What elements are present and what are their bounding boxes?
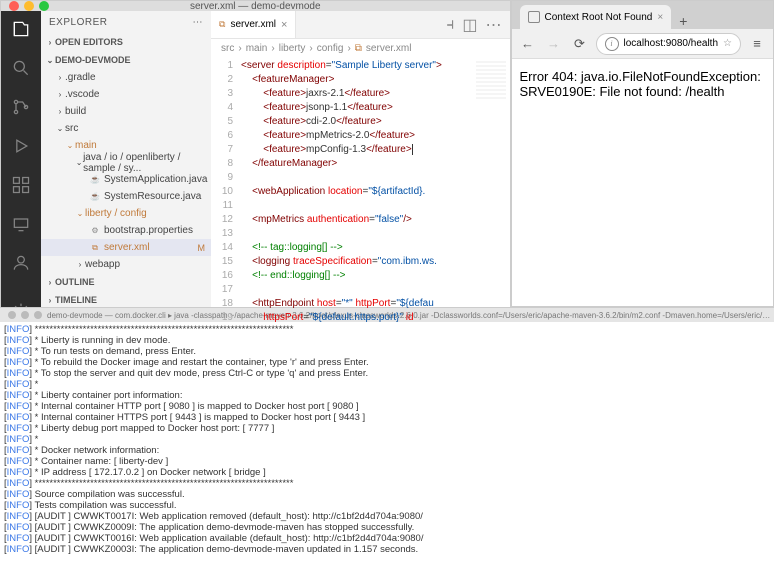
close-window[interactable] — [9, 1, 19, 11]
close-tab-icon[interactable]: × — [281, 19, 287, 31]
section-project[interactable]: ⌄DEMO-DEVMODE — [41, 51, 211, 69]
forward-icon: → — [544, 34, 564, 54]
tab-more-icon[interactable]: ⋯ — [486, 15, 502, 35]
error-line2: SRVE0190E: File not found: /health — [520, 84, 766, 99]
folder-gradle[interactable]: ›.gradle — [41, 69, 211, 86]
file-bootstrap[interactable]: ⚙bootstrap.properties — [41, 222, 211, 239]
section-open-editors[interactable]: ›OPEN EDITORS — [41, 33, 211, 51]
terminal-content[interactable]: [INFO] *********************************… — [0, 322, 774, 562]
back-icon[interactable]: ← — [518, 34, 538, 54]
browser-content: Error 404: java.io.FileNotFoundException… — [512, 59, 774, 306]
maximize-window[interactable] — [39, 1, 49, 11]
folder-webapp[interactable]: ›webapp — [41, 256, 211, 273]
remote-icon[interactable] — [11, 214, 31, 239]
scm-icon[interactable] — [11, 97, 31, 122]
explorer-label: EXPLORER — [49, 17, 107, 28]
browser-window: Context Root Not Found × + ← → ⟳ i local… — [511, 0, 774, 307]
site-info-icon[interactable]: i — [605, 37, 619, 51]
vscode-titlebar: server.xml — demo-devmode — [1, 1, 510, 11]
minimize-window[interactable] — [24, 1, 34, 11]
sidebar: EXPLORER ⋯ ›OPEN EDITORS ⌄DEMO-DEVMODE ›… — [41, 11, 211, 337]
error-line1: Error 404: java.io.FileNotFoundException… — [520, 69, 766, 84]
address-bar[interactable]: i localhost:9080/health ☆ — [596, 33, 742, 55]
activity-bar — [1, 11, 41, 337]
vscode-window: server.xml — demo-devmode EXPLORER ⋯ ›OP… — [0, 0, 511, 307]
file-serverxml[interactable]: ⧉server.xmlM — [41, 239, 211, 256]
browser-tab[interactable]: Context Root Not Found × — [520, 5, 672, 29]
modified-badge: M — [198, 243, 206, 253]
file-sysres[interactable]: ☕SystemResource.java — [41, 188, 211, 205]
folder-vscode[interactable]: ›.vscode — [41, 86, 211, 103]
favicon — [528, 11, 540, 23]
browser-toolbar: ← → ⟳ i localhost:9080/health ☆ ≡ — [512, 29, 774, 59]
window-title: server.xml — demo-devmode — [190, 1, 321, 12]
folder-liberty[interactable]: ⌄liberty / config — [41, 205, 211, 222]
section-outline[interactable]: ›OUTLINE — [41, 273, 211, 291]
tab-bar: ⧉ server.xml × ⫞ ◫ ⋯ — [211, 11, 510, 39]
compare-icon[interactable]: ⫞ — [446, 16, 454, 34]
tab-serverxml[interactable]: ⧉ server.xml × — [211, 11, 296, 38]
editor: ⧉ server.xml × ⫞ ◫ ⋯ src › main › libert… — [211, 11, 510, 337]
account-icon[interactable] — [11, 253, 31, 278]
menu-icon[interactable]: ≡ — [747, 34, 767, 54]
new-tab-button[interactable]: + — [671, 13, 695, 29]
folder-src[interactable]: ⌄src — [41, 120, 211, 137]
folder-build[interactable]: ›build — [41, 103, 211, 120]
code-area[interactable]: 12345678910111213141516171819 <server de… — [211, 57, 510, 337]
folder-java-path[interactable]: ⌄java / io / openliberty / sample / sy..… — [41, 154, 211, 171]
file-sysapp[interactable]: ☕SystemApplication.java — [41, 171, 211, 188]
extensions-icon[interactable] — [11, 175, 31, 200]
terminal-window: demo-devmode — com.docker.cli ▸ java -cl… — [0, 307, 774, 562]
explorer-icon[interactable] — [11, 19, 31, 44]
close-tab-icon[interactable]: × — [657, 12, 663, 23]
debug-icon[interactable] — [11, 136, 31, 161]
more-icon[interactable]: ⋯ — [193, 17, 204, 28]
reload-icon[interactable]: ⟳ — [570, 34, 590, 54]
split-icon[interactable]: ◫ — [462, 15, 477, 35]
breadcrumbs[interactable]: src › main › liberty › config › ⧉ server… — [211, 39, 510, 57]
bookmark-icon[interactable]: ☆ — [723, 38, 732, 49]
minimap[interactable] — [476, 61, 506, 101]
search-icon[interactable] — [11, 58, 31, 83]
